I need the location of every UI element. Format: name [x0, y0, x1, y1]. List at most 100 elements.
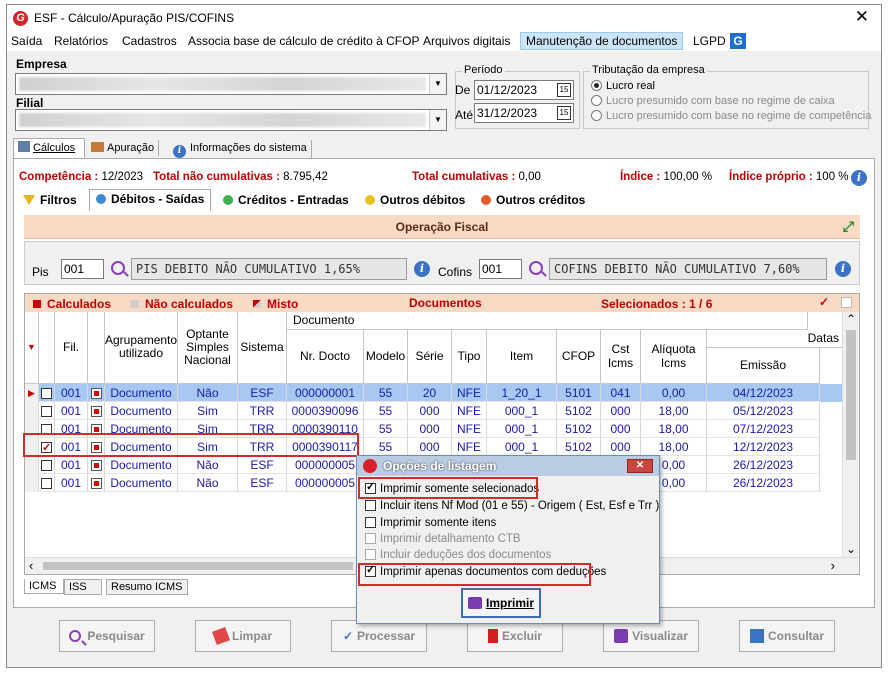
radio-indicator[interactable]: [591, 95, 602, 106]
row-select-checkbox[interactable]: [39, 402, 55, 420]
subtab-outros-debitos[interactable]: Outros débitos: [365, 193, 465, 207]
chevron-down-icon[interactable]: ▼: [429, 110, 446, 130]
scroll-left-icon[interactable]: ‹: [29, 558, 33, 573]
chevron-down-icon[interactable]: ▼: [429, 74, 446, 94]
option-3[interactable]: Imprimir somente itens: [365, 517, 496, 529]
header-fil[interactable]: Fil.: [55, 312, 88, 384]
menu-associa-base[interactable]: Associa base de cálculo de crédito à CFO…: [188, 34, 419, 48]
scroll-up-icon[interactable]: ⌃: [846, 312, 856, 326]
tab-apuracao[interactable]: Apuração: [87, 140, 160, 156]
help-g-icon[interactable]: G: [730, 33, 746, 49]
menu-lgpd[interactable]: LGPD: [693, 34, 726, 48]
header-nr-docto[interactable]: Nr. Docto: [287, 330, 364, 384]
option-2[interactable]: Incluir itens Nf Mod (01 e 55) - Origem …: [365, 500, 659, 512]
periodo-ate-input[interactable]: 31/12/2023 15: [474, 103, 574, 123]
subtab-filtros[interactable]: Filtros: [23, 193, 77, 207]
uncheck-all-box[interactable]: [841, 297, 852, 308]
imprimir-button[interactable]: Imprimir: [461, 588, 541, 618]
info-icon[interactable]: i: [851, 170, 867, 186]
checkbox[interactable]: [41, 406, 52, 417]
limpar-button[interactable]: Limpar: [195, 620, 291, 652]
menu-cadastros[interactable]: Cadastros: [122, 34, 177, 48]
tab-iss[interactable]: ISS: [64, 579, 102, 595]
consultar-button[interactable]: Consultar: [739, 620, 835, 652]
scroll-right-icon[interactable]: ›: [831, 558, 835, 573]
subtab-outros-creditos[interactable]: Outros créditos: [481, 193, 585, 207]
pesquisar-button[interactable]: Pesquisar: [59, 620, 155, 652]
search-icon[interactable]: [111, 261, 125, 275]
calendar-icon[interactable]: 15: [557, 83, 571, 97]
option-5[interactable]: Incluir deduções dos documentos: [365, 549, 551, 561]
radio-lucro-presumido-caixa[interactable]: Lucro presumido com base no regime de ca…: [591, 95, 835, 107]
subtab-label: Outros débitos: [380, 193, 466, 207]
row-select-checkbox[interactable]: [39, 456, 55, 474]
header-serie[interactable]: Série: [408, 330, 452, 384]
filial-select[interactable]: ▼: [15, 109, 447, 131]
pis-code-input[interactable]: 001: [61, 259, 104, 279]
check-all-icon[interactable]: ✓: [819, 295, 829, 309]
scroll-thumb[interactable]: [846, 330, 856, 460]
scroll-down-icon[interactable]: ⌄: [846, 542, 856, 556]
tab-resumo-icms[interactable]: Resumo ICMS: [106, 579, 188, 595]
header-agrupamento[interactable]: Agrupamento utilizado: [105, 312, 178, 384]
row-select-checkbox[interactable]: [39, 474, 55, 492]
info-icon[interactable]: i: [835, 261, 851, 277]
radio-lucro-real[interactable]: Lucro real: [591, 80, 655, 92]
header-aliquota-icms[interactable]: Alíquota Icms: [641, 330, 707, 384]
periodo-de-input[interactable]: 01/12/2023 15: [474, 80, 574, 100]
header-cfop[interactable]: CFOP: [557, 330, 601, 384]
menu-relatorios[interactable]: Relatórios: [54, 34, 108, 48]
cell-optante: Não: [178, 474, 238, 492]
table-icon: [749, 629, 764, 643]
cell-tipo: NFE: [452, 438, 487, 456]
tab-calculos[interactable]: Cálculos: [13, 138, 85, 158]
check-icon: ✓: [342, 629, 353, 643]
empresa-select[interactable]: ▼: [15, 73, 447, 95]
scroll-hthumb[interactable]: [43, 562, 353, 570]
orange-dot-icon: [481, 195, 491, 205]
tab-informacoes-sistema[interactable]: i Informações do sistema: [169, 140, 312, 160]
vertical-scrollbar[interactable]: ⌃ ⌄: [842, 312, 859, 558]
dialog-close-icon[interactable]: ✕: [627, 459, 653, 473]
option-checkbox[interactable]: [365, 500, 376, 511]
mixed-square-icon: [253, 300, 261, 308]
option-checkbox[interactable]: [365, 549, 376, 560]
option-checkbox[interactable]: [365, 533, 376, 544]
visualizar-button[interactable]: Visualizar: [603, 620, 699, 652]
checkbox[interactable]: [41, 478, 52, 489]
excluir-button[interactable]: Excluir: [467, 620, 563, 652]
menu-saida[interactable]: Saída: [11, 34, 42, 48]
header-cst-icms[interactable]: Cst Icms: [601, 330, 641, 384]
table-row[interactable]: 001 Documento Sim TRR 0000390096 55 000 NFE 000_…: [25, 402, 844, 420]
menu-arquivos-digitais[interactable]: Arquivos digitais: [423, 34, 510, 48]
sort-arrow-icon[interactable]: ▼: [25, 312, 39, 384]
tab-icms[interactable]: ICMS: [24, 579, 64, 594]
header-optante[interactable]: Optante Simples Nacional: [178, 312, 238, 384]
row-select-checkbox[interactable]: [39, 384, 55, 402]
close-window-icon[interactable]: ✕: [855, 8, 869, 26]
table-row[interactable]: ▶ 001 Documento Não ESF 000000001 55 20 NFE 1_20_…: [25, 384, 844, 402]
header-tipo[interactable]: Tipo: [452, 330, 487, 384]
header-sistema[interactable]: Sistema: [238, 312, 287, 384]
header-modelo[interactable]: Modelo: [364, 330, 408, 384]
subtab-debitos-saidas[interactable]: Débitos - Saídas: [89, 189, 212, 211]
calendar-icon[interactable]: 15: [557, 106, 571, 120]
option-checkbox[interactable]: [365, 517, 376, 528]
radio-indicator[interactable]: [591, 80, 602, 91]
expand-icon[interactable]: ⤢: [843, 218, 854, 235]
header-item[interactable]: Item: [487, 330, 557, 384]
processar-button[interactable]: ✓ Processar: [331, 620, 427, 652]
search-icon[interactable]: [529, 261, 543, 275]
cell-serie: 20: [408, 384, 452, 402]
checkbox[interactable]: [41, 388, 52, 399]
radio-lucro-presumido-competencia[interactable]: Lucro presumido com base no regime de co…: [591, 110, 871, 122]
info-icon[interactable]: i: [414, 261, 430, 277]
subtab-creditos-entradas[interactable]: Créditos - Entradas: [223, 193, 349, 207]
cofins-code-input[interactable]: 001: [479, 259, 522, 279]
checkbox[interactable]: [41, 460, 52, 471]
header-emissao[interactable]: Emissão: [707, 348, 820, 384]
radio-indicator[interactable]: [591, 110, 602, 121]
menu-manutencao-documentos[interactable]: Manutenção de documentos: [520, 32, 684, 50]
option-4[interactable]: Imprimir detalhamento CTB: [365, 533, 521, 545]
red-square-icon: [90, 406, 102, 417]
